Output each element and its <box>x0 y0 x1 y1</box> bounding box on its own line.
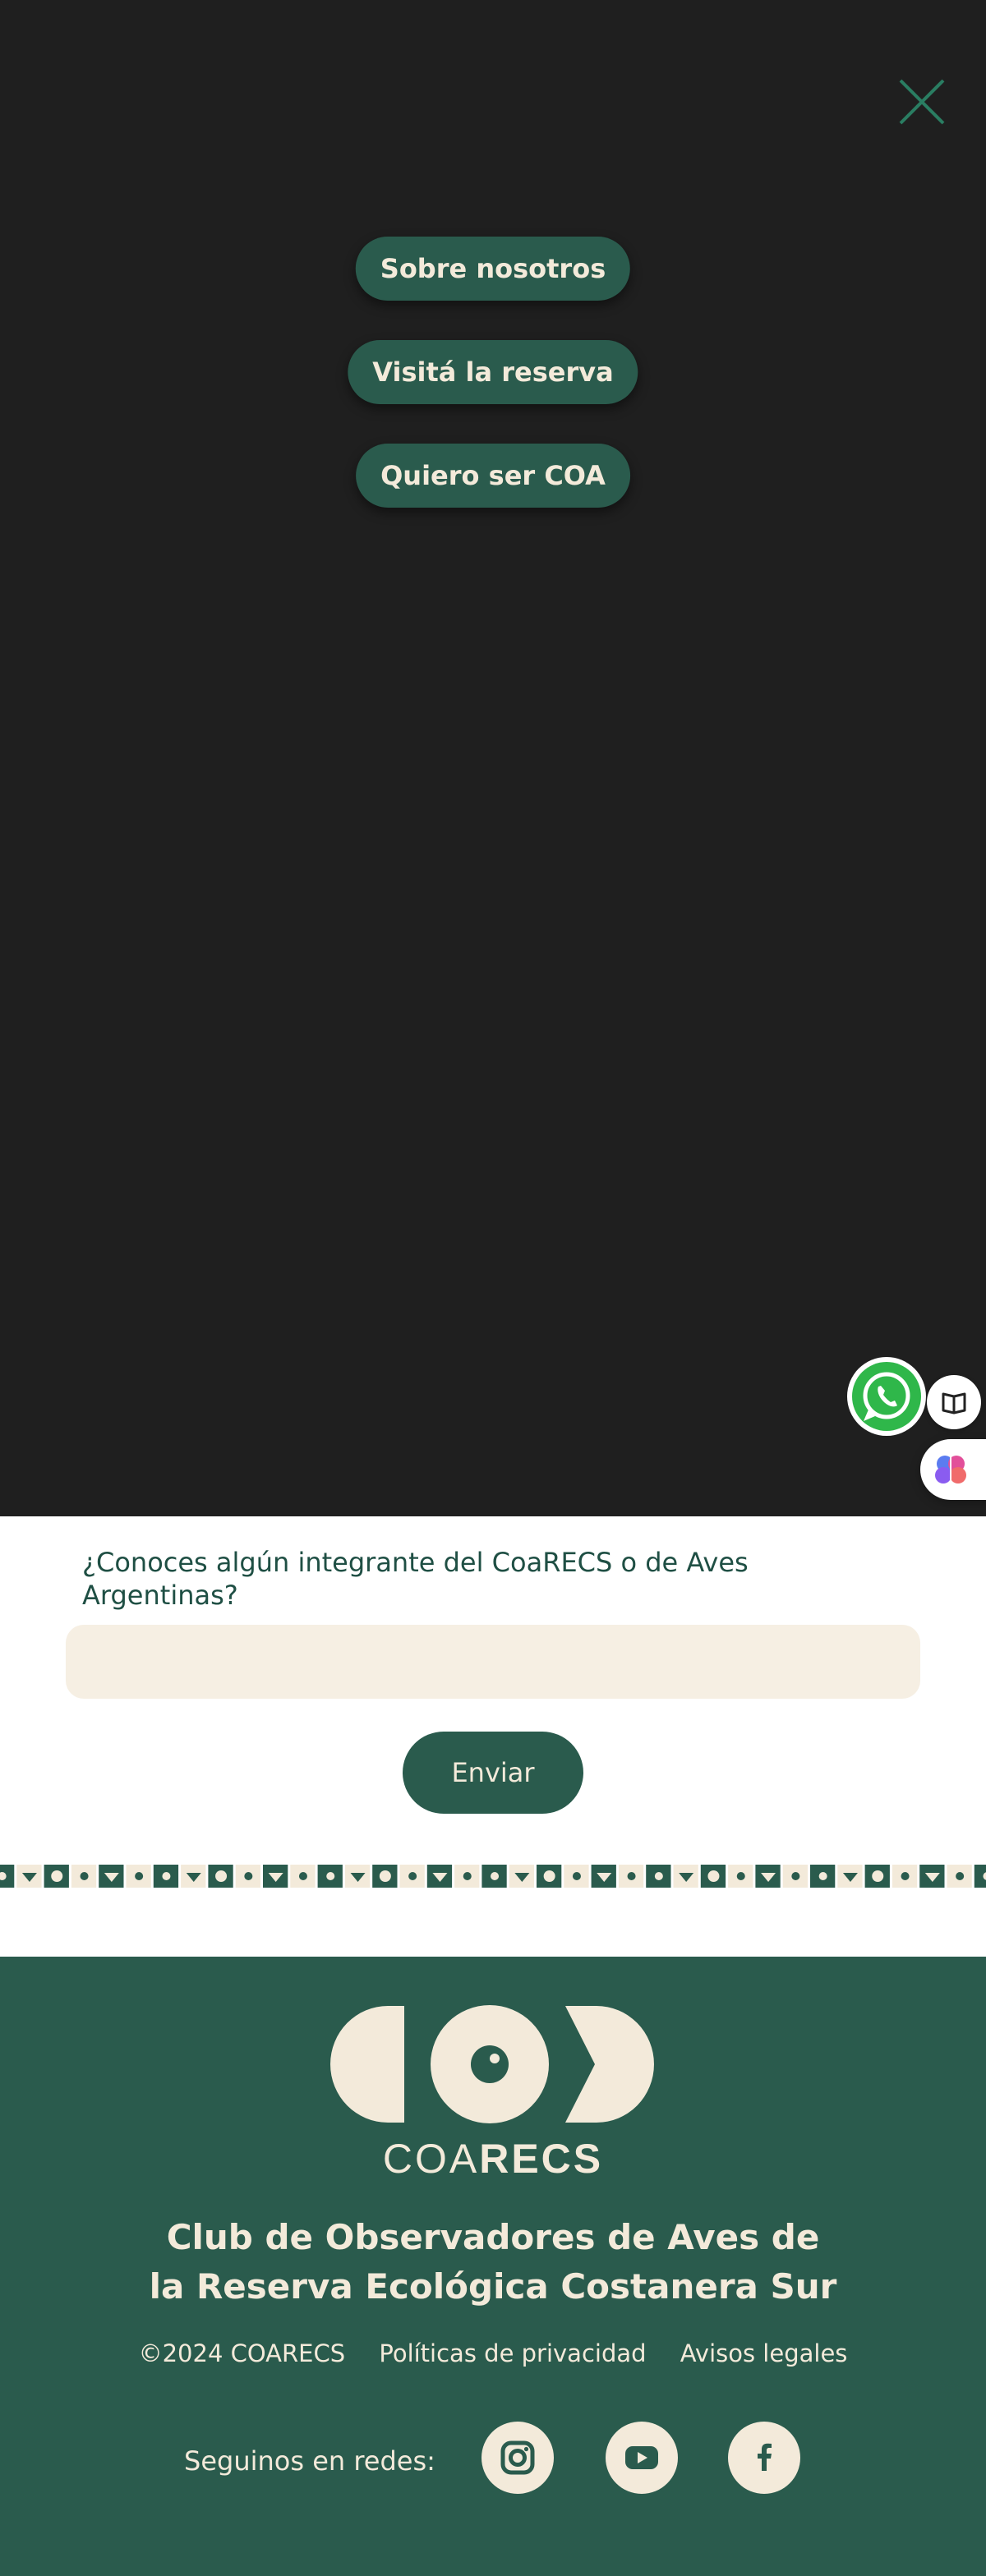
facebook-icon <box>758 2443 772 2471</box>
privacy-link[interactable]: Políticas de privacidad <box>379 2339 646 2367</box>
pattern-tile <box>372 1865 398 1888</box>
pattern-tile <box>947 1865 972 1888</box>
instagram-icon <box>500 2440 535 2475</box>
logo-text-light: COA <box>383 2136 479 2182</box>
pattern-tile <box>673 1865 698 1888</box>
whatsapp-button[interactable] <box>847 1357 926 1436</box>
pattern-tile <box>509 1865 534 1888</box>
pattern-tile <box>0 1865 15 1888</box>
club-title: Club de Observadores de Aves de la Reser… <box>0 2213 986 2312</box>
whatsapp-icon <box>863 1372 910 1421</box>
pattern-tile <box>782 1865 808 1888</box>
pattern-tile <box>755 1865 781 1888</box>
pattern-tile <box>153 1865 179 1888</box>
close-icon <box>899 79 945 125</box>
pattern-tile <box>728 1865 753 1888</box>
pattern-tile <box>426 1865 453 1888</box>
youtube-button[interactable] <box>606 2422 678 2494</box>
pattern-tile <box>208 1865 233 1888</box>
copyright: ©2024 COARECS <box>138 2339 346 2367</box>
pattern-tile <box>919 1865 945 1888</box>
club-title-line1: Club de Observadores de Aves de <box>166 2217 820 2257</box>
coarecs-logo: COARECS <box>330 2005 654 2182</box>
pattern-tile <box>44 1865 69 1888</box>
menu-item-visita-la-reserva[interactable]: Visitá la reserva <box>348 340 638 404</box>
reader-mode-button[interactable] <box>927 1375 981 1429</box>
pattern-tile <box>618 1865 644 1888</box>
pattern-tile <box>892 1865 918 1888</box>
close-menu-button[interactable] <box>897 77 947 126</box>
legal-link[interactable]: Avisos legales <box>680 2339 848 2367</box>
pattern-tile <box>810 1865 836 1888</box>
reader-icon <box>942 1392 966 1414</box>
accessibility-brain-button[interactable] <box>920 1439 986 1500</box>
pattern-tile <box>317 1865 343 1888</box>
pattern-tile <box>99 1865 124 1888</box>
form-question: ¿Conoces algún integrante del CoaRECS o … <box>82 1547 749 1611</box>
pattern-tile <box>591 1865 616 1888</box>
pattern-tile <box>974 1865 986 1888</box>
youtube-icon <box>625 2446 658 2469</box>
club-title-line2: la Reserva Ecológica Costanera Sur <box>149 2266 837 2307</box>
pattern-tile <box>481 1865 507 1888</box>
social-label: Seguinos en redes: <box>184 2445 435 2477</box>
pattern-tile <box>700 1865 726 1888</box>
pattern-tile <box>646 1865 671 1888</box>
facebook-button[interactable] <box>728 2422 800 2494</box>
pattern-tile <box>263 1865 288 1888</box>
pattern-tile <box>16 1865 42 1888</box>
pattern-tile <box>290 1865 316 1888</box>
answer-input[interactable] <box>66 1625 920 1699</box>
pattern-tile <box>837 1865 863 1888</box>
pattern-tile <box>181 1865 206 1888</box>
svg-text:COARECS: COARECS <box>383 2136 603 2182</box>
send-button[interactable]: Enviar <box>403 1732 583 1814</box>
instagram-button[interactable] <box>481 2422 554 2494</box>
pattern-tile <box>344 1865 371 1888</box>
pattern-tile <box>564 1865 589 1888</box>
pattern-tile <box>454 1865 480 1888</box>
contact-form-section: ¿Conoces algún integrante del CoaRECS o … <box>0 1516 986 1814</box>
pattern-tile <box>537 1865 562 1888</box>
menu-item-quiero-ser-coa[interactable]: Quiero ser COA <box>356 444 630 508</box>
menu-overlay: Sobre nosotros Visitá la reserva Quiero … <box>0 0 986 1516</box>
footer: COARECS Club de Observadores de Aves de … <box>0 1957 986 2576</box>
menu-item-sobre-nosotros[interactable]: Sobre nosotros <box>355 237 631 301</box>
pattern-tile <box>71 1865 97 1888</box>
pattern-tile <box>399 1865 425 1888</box>
decorative-pattern-strip <box>0 1865 986 1888</box>
pattern-tile <box>126 1865 151 1888</box>
logo-text-bold: RECS <box>479 2136 603 2182</box>
pattern-tile <box>864 1865 890 1888</box>
brain-icon <box>935 1456 966 1484</box>
pattern-tile <box>235 1865 260 1888</box>
footer-links: ©2024 COARECS Políticas de privacidad Av… <box>0 2339 986 2367</box>
